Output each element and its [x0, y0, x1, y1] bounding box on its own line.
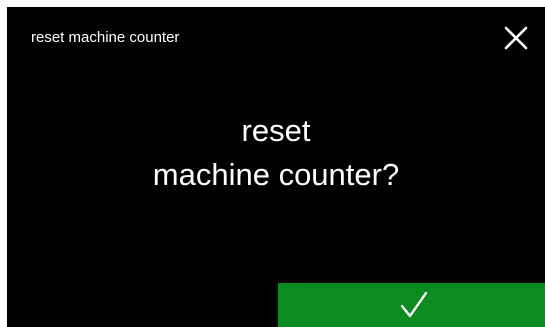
prompt-line-1: reset — [241, 113, 311, 148]
checkmark-icon — [400, 291, 428, 318]
reset-counter-screen: reset machine counter reset machine coun… — [7, 7, 545, 327]
close-button[interactable] — [499, 21, 533, 55]
page-title: reset machine counter — [31, 29, 180, 46]
close-icon — [504, 26, 528, 50]
confirmation-prompt: reset machine counter? — [7, 109, 545, 197]
confirm-button[interactable] — [278, 283, 545, 327]
prompt-line-2: machine counter? — [152, 157, 400, 192]
